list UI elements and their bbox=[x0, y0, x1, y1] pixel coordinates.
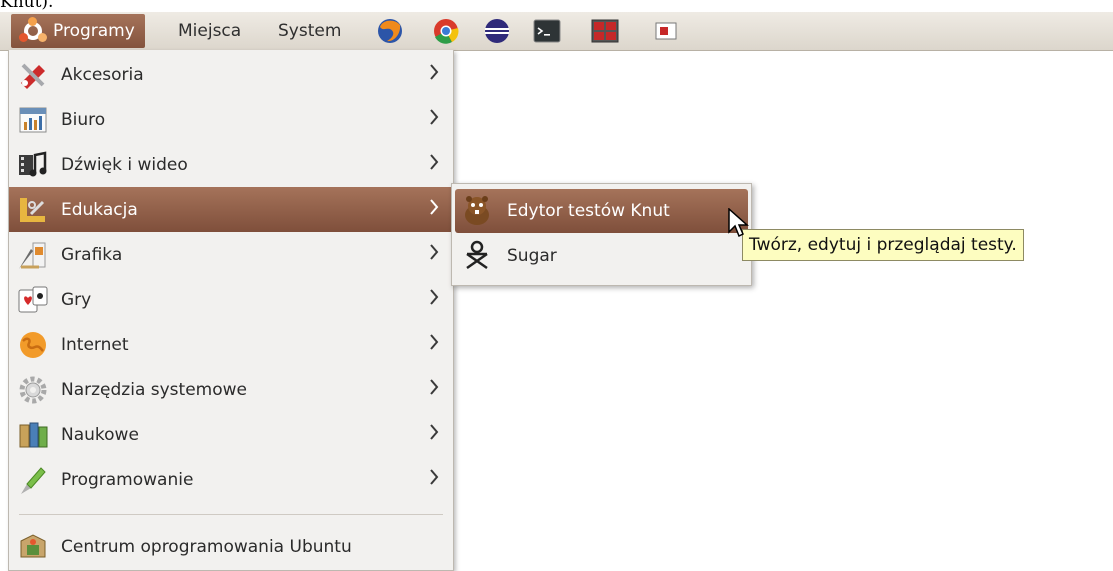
workspace-icon[interactable] bbox=[591, 17, 619, 45]
system-menu[interactable]: System bbox=[270, 14, 351, 48]
menu-item-label: Grafika bbox=[61, 244, 123, 265]
submenu-item-label: Sugar bbox=[507, 246, 557, 266]
window-icon[interactable] bbox=[652, 17, 680, 45]
page-caption: Knut). bbox=[0, 0, 54, 12]
places-menu[interactable]: Miejsca bbox=[170, 14, 251, 48]
tooltip: Twórz, edytuj i przeglądaj testy. bbox=[742, 229, 1024, 261]
chromium-icon[interactable] bbox=[432, 17, 460, 45]
education-submenu: Edytor testów Knut Sugar bbox=[451, 183, 752, 286]
office-icon bbox=[19, 107, 47, 132]
science-icon bbox=[19, 422, 48, 447]
chevron-right-icon bbox=[430, 289, 439, 305]
chevron-right-icon bbox=[430, 334, 439, 350]
submenu-item-label: Edytor testów Knut bbox=[507, 201, 670, 221]
menu-item-label: Narzędzia systemowe bbox=[61, 379, 247, 400]
menu-item-grafika[interactable]: Grafika bbox=[9, 232, 453, 277]
sugar-icon bbox=[466, 240, 488, 270]
submenu-item-knut[interactable]: Edytor testów Knut bbox=[455, 189, 748, 233]
terminal-icon[interactable] bbox=[533, 17, 561, 45]
programs-menu-label: Programy bbox=[53, 21, 135, 41]
menu-separator bbox=[19, 514, 443, 515]
internet-icon bbox=[20, 331, 46, 358]
chevron-right-icon bbox=[430, 424, 439, 440]
firefox-icon[interactable] bbox=[376, 17, 404, 45]
menu-item-akcesoria[interactable]: Akcesoria bbox=[9, 52, 453, 97]
mouse-cursor-icon bbox=[728, 208, 749, 238]
chevron-right-icon bbox=[430, 109, 439, 125]
accessories-icon bbox=[21, 63, 45, 89]
menu-item-naukowe[interactable]: Naukowe bbox=[9, 412, 453, 457]
menu-item-gry[interactable]: Gry bbox=[9, 277, 453, 322]
submenu-item-sugar[interactable]: Sugar bbox=[455, 234, 748, 278]
programming-icon bbox=[21, 466, 46, 494]
menu-item-narzedzia-systemowe[interactable]: Narzędzia systemowe bbox=[9, 367, 453, 412]
menu-item-label: Programowanie bbox=[61, 469, 194, 490]
menu-item-programowanie[interactable]: Programowanie bbox=[9, 457, 453, 502]
menu-item-biuro[interactable]: Biuro bbox=[9, 97, 453, 142]
menu-item-internet[interactable]: Internet bbox=[9, 322, 453, 367]
applications-menu: Akcesoria Biuro Dźwięk i wideo Edukacja … bbox=[8, 50, 454, 571]
education-icon bbox=[20, 197, 45, 222]
places-menu-label: Miejsca bbox=[178, 21, 242, 41]
graphics-icon bbox=[19, 242, 46, 269]
programs-menu[interactable]: Programy bbox=[11, 14, 145, 48]
menu-item-label: Dźwięk i wideo bbox=[61, 154, 188, 175]
menu-item-label: Biuro bbox=[61, 109, 106, 130]
menu-item-dzwiek-i-wideo[interactable]: Dźwięk i wideo bbox=[9, 142, 453, 187]
system-menu-label: System bbox=[278, 21, 342, 41]
chevron-right-icon bbox=[430, 469, 439, 485]
beaver-icon bbox=[465, 196, 489, 225]
chevron-right-icon bbox=[430, 244, 439, 260]
top-panel: Programy Miejsca System bbox=[0, 12, 1113, 51]
chevron-right-icon bbox=[430, 199, 439, 215]
software-center-icon bbox=[20, 533, 46, 557]
eclipse-icon[interactable] bbox=[483, 17, 511, 45]
menu-item-label: Gry bbox=[61, 289, 92, 310]
sound-video-icon bbox=[19, 150, 47, 176]
menu-item-label: Naukowe bbox=[61, 424, 139, 445]
games-icon bbox=[18, 286, 48, 312]
menu-item-label: Akcesoria bbox=[61, 64, 144, 85]
system-tools-icon bbox=[19, 376, 47, 403]
ubuntu-logo-icon bbox=[19, 17, 47, 45]
chevron-right-icon bbox=[430, 379, 439, 395]
menu-item-software-center[interactable]: Centrum oprogramowania Ubuntu bbox=[9, 524, 453, 569]
menu-item-label: Edukacja bbox=[61, 199, 138, 220]
menu-item-edukacja[interactable]: Edukacja bbox=[9, 187, 453, 232]
menu-item-label: Internet bbox=[61, 334, 129, 355]
chevron-right-icon bbox=[430, 64, 439, 80]
menu-item-label: Centrum oprogramowania Ubuntu bbox=[61, 536, 352, 557]
chevron-right-icon bbox=[430, 154, 439, 170]
